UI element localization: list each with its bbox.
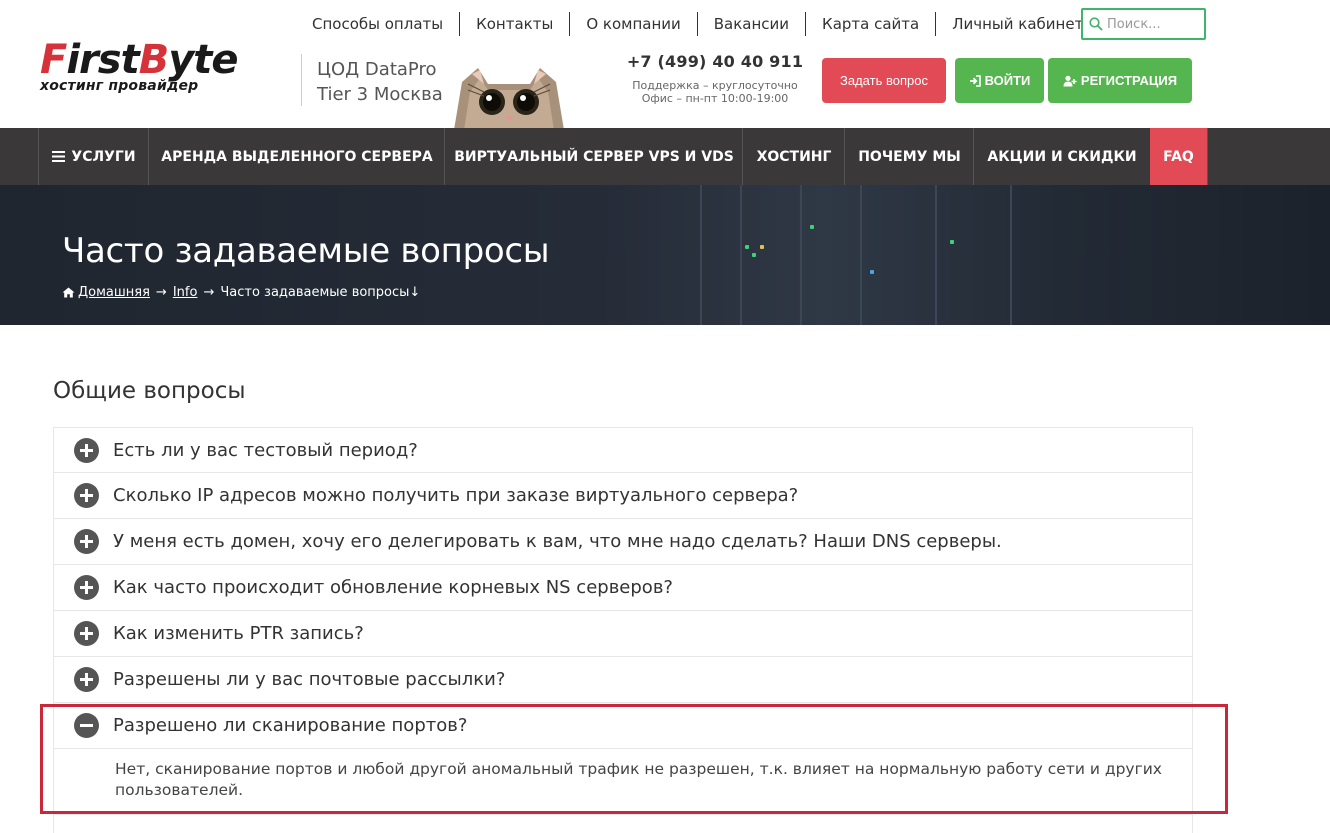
faq-question: Как изменить PTR запись?: [113, 623, 364, 644]
logo-subtitle: хостинг провайдер: [40, 78, 199, 94]
plus-circle-icon: [74, 529, 99, 554]
nav-divider: [1207, 128, 1208, 185]
phone-number[interactable]: +7 (499) 40 40 911: [590, 52, 840, 71]
faq-item[interactable]: У меня есть домен, хочу его делегировать…: [53, 519, 1193, 565]
breadcrumb: Домашняя → Info → Часто задаваемые вопро…: [62, 285, 420, 300]
nav-item-faq[interactable]: FAQ: [1150, 128, 1207, 185]
top-link-account[interactable]: Личный кабинет: [936, 12, 1099, 36]
faq-next-item: [53, 814, 1193, 833]
login-button-label: ВОЙТИ: [984, 73, 1031, 88]
top-link-about[interactable]: О компании: [570, 12, 698, 36]
plus-circle-icon: [74, 483, 99, 508]
plus-circle-icon: [74, 667, 99, 692]
register-button-label: РЕГИСТРАЦИЯ: [1080, 73, 1178, 88]
faq-item[interactable]: Сколько IP адресов можно получить при за…: [53, 473, 1193, 519]
firstbyte-logo[interactable]: FirstByte хостинг провайдер: [40, 40, 286, 96]
plus-circle-icon: [74, 621, 99, 646]
plus-circle-icon: [74, 575, 99, 600]
search-icon: [1089, 17, 1103, 31]
datacenter-line1: ЦОД DataPro: [317, 59, 437, 80]
breadcrumb-info[interactable]: Info: [173, 285, 198, 300]
nav-item-why-us[interactable]: ПОЧЕМУ МЫ: [844, 128, 974, 185]
search-input[interactable]: [1107, 16, 1202, 32]
datacenter-info: ЦОД DataPro Tier 3 Москва: [317, 57, 443, 107]
support-hours: Поддержка – круглосуточно: [632, 79, 798, 92]
top-link-contacts[interactable]: Контакты: [460, 12, 571, 36]
breadcrumb-arrow-icon: →: [203, 285, 215, 300]
contact-block: +7 (499) 40 40 911 Поддержка – круглосут…: [590, 52, 840, 105]
login-button[interactable]: ВОЙТИ: [955, 58, 1044, 103]
home-icon: [62, 287, 75, 298]
nav-item-vps[interactable]: ВИРТУАЛЬНЫЙ СЕРВЕР VPS И VDS: [444, 128, 743, 185]
ask-question-button[interactable]: Задать вопрос: [822, 58, 946, 103]
datacenter-line2: Tier 3 Москва: [317, 84, 443, 105]
faq-question: Разрешены ли у вас почтовые рассылки?: [113, 669, 506, 690]
faq-item[interactable]: Разрешены ли у вас почтовые рассылки?: [53, 657, 1193, 703]
nav-item-services[interactable]: УСЛУГИ: [38, 128, 149, 185]
top-link-vacancies[interactable]: Вакансии: [698, 12, 807, 36]
plus-circle-icon: [74, 437, 99, 463]
top-link-sitemap[interactable]: Карта сайта: [806, 12, 937, 36]
page-title: Часто задаваемые вопросы: [62, 231, 550, 271]
faq-question: Сколько IP адресов можно получить при за…: [113, 485, 799, 506]
breadcrumb-arrow-icon: →: [155, 285, 167, 300]
hero-banner: Часто задаваемые вопросы Домашняя → Info…: [0, 185, 1330, 325]
faq-question: Есть ли у вас тестовый период?: [113, 439, 418, 461]
nav-item-dedicated[interactable]: АРЕНДА ВЫДЕЛЕННОГО СЕРВЕРА: [148, 128, 445, 185]
top-links: Способы оплаты Контакты О компании Вакан…: [296, 8, 1099, 40]
sign-in-icon: [969, 74, 981, 87]
nav-item-promotions[interactable]: АКЦИИ И СКИДКИ: [973, 128, 1150, 185]
office-hours: Офис – пн-пт 10:00-19:00: [641, 92, 789, 105]
faq-question: У меня есть домен, хочу его делегировать…: [113, 531, 1002, 552]
logo-divider: [301, 54, 302, 106]
highlight-box: [40, 704, 1228, 814]
faq-item[interactable]: Как часто происходит обновление корневых…: [53, 565, 1193, 611]
user-plus-icon: [1063, 75, 1077, 86]
breadcrumb-current: Часто задаваемые вопросы↓: [220, 285, 421, 300]
cat-mascot-image: [454, 68, 564, 130]
nav-item-hosting[interactable]: ХОСТИНГ: [742, 128, 845, 185]
register-button[interactable]: РЕГИСТРАЦИЯ: [1048, 58, 1192, 103]
nav-item-services-label: УСЛУГИ: [71, 148, 136, 165]
faq-question: Как часто происходит обновление корневых…: [113, 577, 673, 598]
section-title: Общие вопросы: [53, 378, 246, 404]
top-link-payment[interactable]: Способы оплаты: [296, 12, 461, 36]
main-nav: УСЛУГИ АРЕНДА ВЫДЕЛЕННОГО СЕРВЕРА ВИРТУА…: [0, 128, 1330, 185]
logo-byte: Byte: [138, 37, 239, 83]
faq-item[interactable]: Есть ли у вас тестовый период?: [53, 427, 1193, 473]
search-box[interactable]: [1081, 8, 1206, 40]
logo-first: First: [40, 37, 140, 83]
faq-item[interactable]: Как изменить PTR запись?: [53, 611, 1193, 657]
breadcrumb-home[interactable]: Домашняя: [78, 285, 150, 300]
hamburger-menu-icon: [52, 151, 66, 162]
